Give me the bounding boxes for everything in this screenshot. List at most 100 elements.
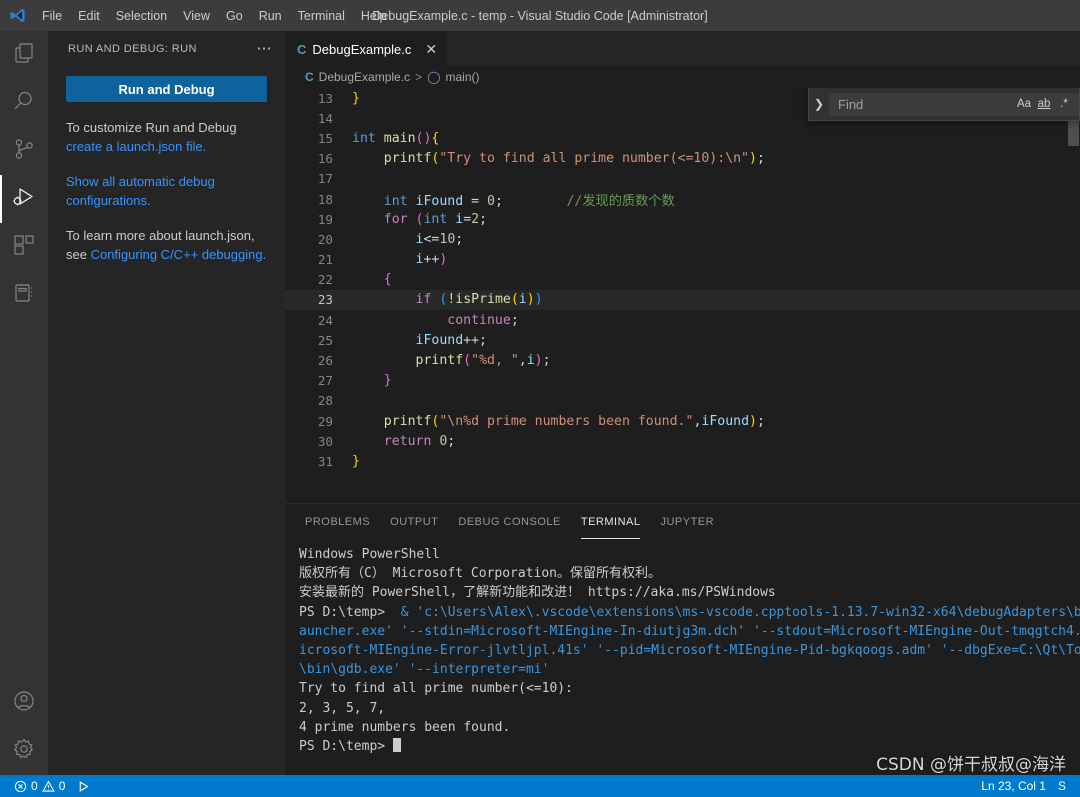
- line-number: 21: [317, 252, 333, 268]
- tab-debugexample-c[interactable]: C DebugExample.c ✕: [285, 31, 448, 66]
- code-text: int main(){: [352, 131, 439, 146]
- code-line[interactable]: 26 printf("%d, ",i);: [285, 350, 1080, 370]
- find-placeholder: Find: [838, 96, 864, 112]
- activity-manage[interactable]: [0, 727, 48, 775]
- sidebar-body: Run and Debug To customize Run and Debug…: [48, 66, 285, 280]
- code-line[interactable]: 23 if (!isPrime(i)): [285, 289, 1080, 311]
- find-input[interactable]: Find Aa ab .*: [829, 92, 1079, 116]
- menu-selection[interactable]: Selection: [108, 0, 175, 31]
- code-line[interactable]: 19 for (int i=2;: [285, 209, 1080, 229]
- code-line[interactable]: 20 i<=10;: [285, 229, 1080, 249]
- terminal-text: icrosoft-MIEngine-Error-jlvtljpl.41s' '-…: [299, 643, 1080, 659]
- create-launch-json-link[interactable]: create a launch.json file.: [66, 139, 206, 154]
- breadcrumb-symbol[interactable]: main(): [446, 70, 480, 84]
- panel-tab-debug-console[interactable]: DEBUG CONSOLE: [458, 504, 560, 539]
- code-line[interactable]: 15 int main(){: [285, 128, 1080, 148]
- code-line[interactable]: 27 }: [285, 371, 1080, 391]
- breadcrumb-file[interactable]: DebugExample.c: [319, 70, 410, 84]
- editor-vertical-scrollbar[interactable]: [1066, 88, 1080, 503]
- code-line[interactable]: 16 printf("Try to find all prime number(…: [285, 149, 1080, 169]
- run-and-debug-icon: [12, 185, 36, 214]
- terminal-output[interactable]: Windows PowerShell 版权所有（C） Microsoft Corp…: [285, 539, 1080, 775]
- code-text: int iFound = 0; //发现的质数个数: [352, 190, 675, 209]
- show-all-automatic-debug-configurations-link[interactable]: Show all automatic debug configurations.: [66, 174, 215, 208]
- status-cursor-position[interactable]: Ln 23, Col 1: [975, 775, 1052, 797]
- terminal-text: PS D:\temp>: [299, 604, 393, 620]
- code-line[interactable]: 25 iFound++;: [285, 330, 1080, 350]
- breadcrumb-separator: >: [415, 70, 423, 84]
- activity-search[interactable]: [0, 79, 48, 127]
- menu-run[interactable]: Run: [251, 0, 290, 31]
- chevron-right-icon[interactable]: ❯: [809, 97, 829, 111]
- code-line[interactable]: 21 i++): [285, 250, 1080, 270]
- close-icon[interactable]: ✕: [425, 42, 437, 56]
- panel-tab-problems[interactable]: PROBLEMS: [305, 504, 370, 539]
- status-run[interactable]: [71, 775, 96, 797]
- match-case-icon[interactable]: Aa: [1014, 94, 1034, 114]
- line-number: 19: [317, 211, 333, 227]
- menu-edit[interactable]: Edit: [70, 0, 108, 31]
- activity-run-and-debug[interactable]: [0, 175, 48, 223]
- editor-area: C DebugExample.c ✕ C DebugExample.c > ◯ …: [285, 31, 1080, 775]
- status-problems[interactable]: 0 0: [8, 775, 71, 797]
- panel-tab-output[interactable]: OUTPUT: [390, 504, 438, 539]
- panel-tab-jupyter[interactable]: JUPYTER: [660, 504, 714, 539]
- configuring-cpp-debugging-link[interactable]: Configuring C/C++ debugging.: [91, 247, 267, 262]
- code-line[interactable]: 29 printf("\n%d prime numbers been found…: [285, 411, 1080, 431]
- code-token: printf: [383, 151, 432, 167]
- activity-testing[interactable]: [0, 271, 48, 319]
- code-text: printf("%d, ",i);: [352, 353, 551, 368]
- terminal-text: 安装最新的 PowerShell，了解新功能和改进！ https://aka.m…: [299, 585, 776, 601]
- line-number: 26: [317, 353, 333, 369]
- whole-word-icon[interactable]: ab: [1034, 94, 1054, 114]
- run-and-debug-button[interactable]: Run and Debug: [66, 76, 267, 102]
- code-text: printf("\n%d prime numbers been found.",…: [352, 414, 765, 429]
- code-line[interactable]: 18 int iFound = 0; //发现的质数个数: [285, 189, 1080, 209]
- code-line[interactable]: 28: [285, 391, 1080, 411]
- activity-explorer[interactable]: [0, 31, 48, 79]
- find-widget[interactable]: ❯ Find Aa ab .*: [808, 88, 1080, 121]
- ellipsis-icon[interactable]: ⋯: [257, 41, 274, 56]
- activity-accounts[interactable]: [0, 679, 48, 727]
- activity-extensions[interactable]: [0, 223, 48, 271]
- menu-view[interactable]: View: [175, 0, 218, 31]
- code-line[interactable]: 22 {: [285, 270, 1080, 290]
- menu-terminal[interactable]: Terminal: [290, 0, 353, 31]
- menu-go[interactable]: Go: [218, 0, 251, 31]
- regex-icon[interactable]: .*: [1054, 94, 1074, 114]
- code-token: i: [526, 353, 535, 369]
- activity-source-control[interactable]: [0, 127, 48, 175]
- code-token: "Try to find all prime number(<=10):\n": [439, 151, 750, 167]
- terminal-text: PS D:\temp>: [299, 739, 393, 755]
- files-icon: [12, 41, 36, 70]
- panel-tab-terminal[interactable]: TERMINAL: [580, 504, 641, 539]
- line-number: 31: [317, 453, 333, 469]
- code-token: ;: [479, 211, 488, 227]
- code-line[interactable]: 30 return 0;: [285, 431, 1080, 451]
- vscode-logo-icon: [0, 7, 34, 24]
- code-line[interactable]: 17: [285, 169, 1080, 189]
- sidebar-run-and-debug: RUN AND DEBUG: RUN ⋯ Run and Debug To cu…: [48, 31, 285, 775]
- menu-help[interactable]: Help: [353, 0, 395, 31]
- code-token: i: [455, 211, 464, 227]
- tabs-filler: [447, 31, 1080, 66]
- status-indentation[interactable]: S: [1052, 775, 1072, 797]
- code-token: 10: [439, 231, 456, 247]
- code-line[interactable]: 24 continue;: [285, 310, 1080, 330]
- line-number: 23: [317, 292, 333, 308]
- code-editor[interactable]: 13} 14 15 int main(){16 printf("Try to find…: [285, 88, 1080, 503]
- code-token: ): [534, 353, 543, 369]
- code-lines: 13} 14 15 int main(){16 printf("Try to find…: [285, 88, 1080, 503]
- menu-bar: File Edit Selection View Go Run Terminal…: [34, 0, 395, 31]
- code-token: isPrime: [455, 292, 511, 308]
- code-line[interactable]: 31}: [285, 451, 1080, 471]
- code-token: ;: [542, 353, 551, 369]
- breadcrumb: C DebugExample.c > ◯ main(): [285, 66, 1080, 88]
- code-text: iFound++;: [352, 333, 487, 348]
- menu-file[interactable]: File: [34, 0, 70, 31]
